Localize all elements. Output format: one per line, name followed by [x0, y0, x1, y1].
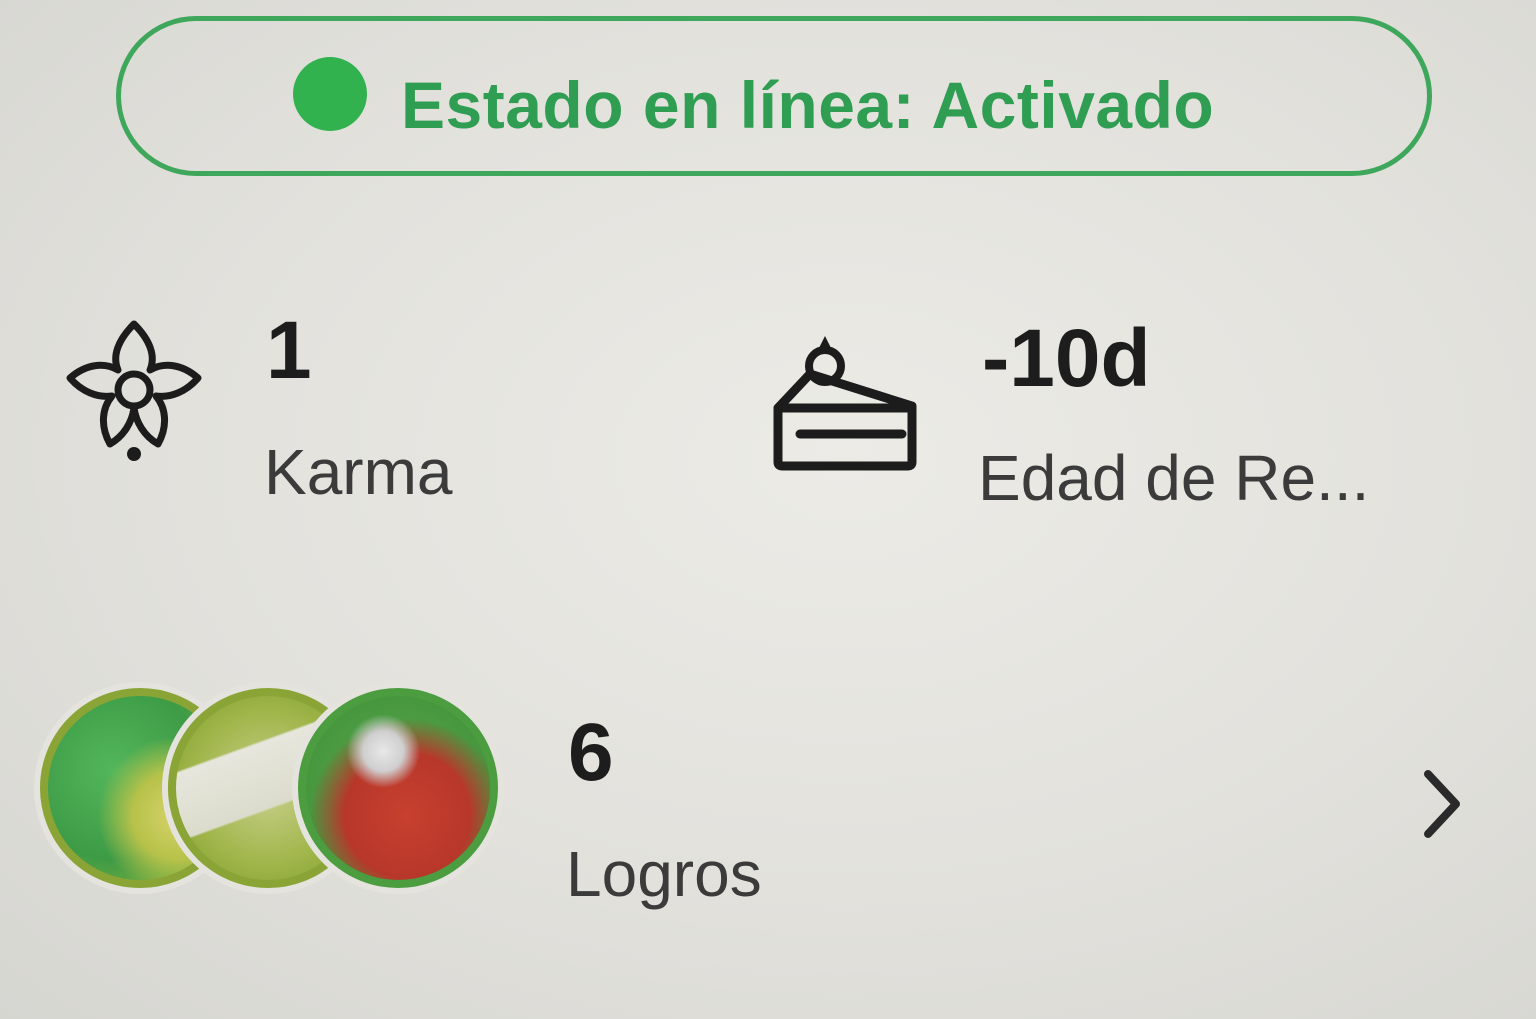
achievements-label: Logros [566, 838, 762, 910]
achievement-badges [40, 688, 500, 898]
online-status-dot [293, 57, 367, 131]
flower-icon [66, 320, 202, 461]
online-status-text: Estado en línea: Activado [401, 68, 1215, 142]
online-status-pill[interactable]: Estado en línea: Activado [116, 16, 1432, 176]
chevron-right-icon[interactable] [1418, 766, 1466, 842]
karma-label: Karma [264, 436, 453, 508]
achievements-value: 6 [568, 707, 614, 798]
cake-icon [773, 336, 917, 471]
account-age-value: -10d [982, 313, 1151, 404]
karma-value: 1 [266, 305, 312, 396]
achievement-badge [298, 688, 498, 888]
account-age-label: Edad de Re... [978, 442, 1370, 514]
